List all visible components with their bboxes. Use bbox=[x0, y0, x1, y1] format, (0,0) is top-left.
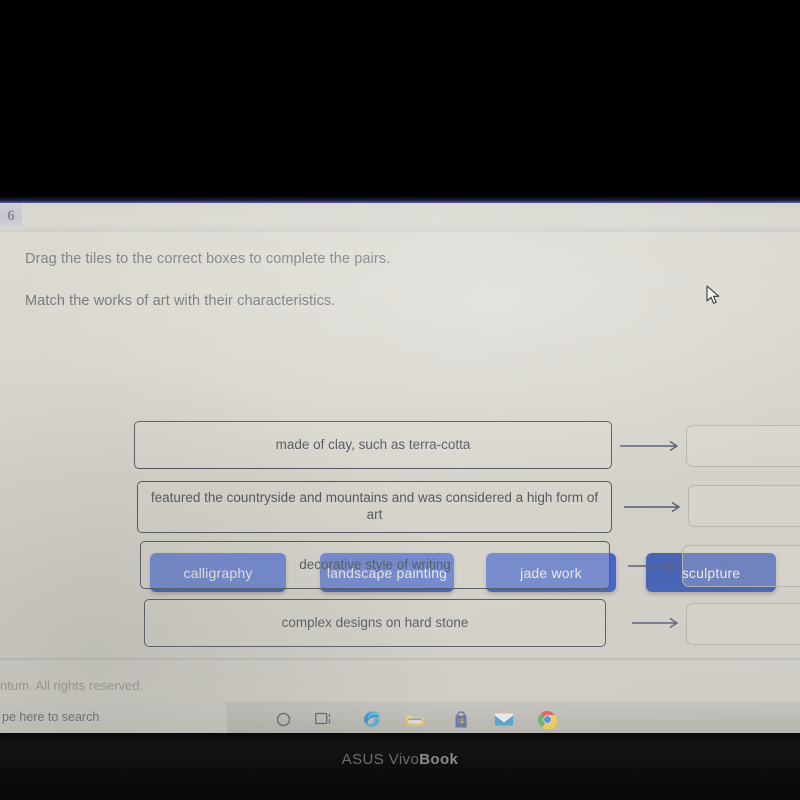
device-brand-label: ASUS VivoBook bbox=[0, 751, 800, 768]
brand-text-light: ASUS Vivo bbox=[341, 751, 420, 768]
brand-text-bold: Book bbox=[419, 751, 459, 768]
description-box-1: made of clay, such as terra-cotta bbox=[134, 421, 612, 469]
instruction-match-works: Match the works of art with their charac… bbox=[25, 293, 336, 309]
edge-browser-icon[interactable] bbox=[361, 708, 383, 730]
header-underline bbox=[0, 230, 800, 232]
mail-icon[interactable] bbox=[493, 708, 515, 730]
drop-target-3[interactable] bbox=[682, 545, 800, 587]
microsoft-store-icon[interactable] bbox=[450, 708, 472, 730]
task-view-icon[interactable] bbox=[313, 708, 335, 730]
description-box-2: featured the countryside and mountains a… bbox=[137, 481, 612, 533]
drop-target-1[interactable] bbox=[686, 425, 800, 467]
windows-taskbar: pe here to search bbox=[0, 701, 800, 733]
copyright-text: ntum. All rights reserved. bbox=[0, 678, 144, 693]
search-placeholder: pe here to search bbox=[2, 710, 100, 724]
arrow-icon-4 bbox=[632, 617, 682, 631]
arrow-icon-2 bbox=[624, 501, 684, 515]
question-number: 6 bbox=[7, 208, 15, 224]
laptop-screen-photo: 6 Drag the tiles to the correct boxes to… bbox=[0, 0, 800, 800]
arrow-icon-3 bbox=[628, 560, 680, 574]
search-input[interactable]: pe here to search bbox=[0, 702, 228, 733]
description-box-4: complex designs on hard stone bbox=[144, 599, 606, 647]
cortana-circle-icon[interactable] bbox=[272, 708, 294, 730]
laptop-bezel: ASUS VivoBook bbox=[0, 733, 800, 800]
instruction-drag-tiles: Drag the tiles to the correct boxes to c… bbox=[25, 251, 391, 267]
dark-area-above-screen bbox=[0, 0, 800, 203]
description-box-3: decorative style of writing bbox=[140, 541, 610, 589]
question-header-bar: 6 bbox=[0, 203, 800, 230]
drop-target-2[interactable] bbox=[688, 485, 800, 527]
drop-target-4[interactable] bbox=[686, 603, 800, 645]
file-explorer-icon[interactable] bbox=[404, 708, 426, 730]
page-divider bbox=[0, 658, 800, 660]
chrome-browser-icon[interactable] bbox=[536, 708, 558, 730]
screen-content: 6 Drag the tiles to the correct boxes to… bbox=[0, 203, 800, 733]
mouse-cursor bbox=[706, 285, 722, 307]
arrow-icon-1 bbox=[620, 440, 682, 454]
question-header-body bbox=[22, 203, 800, 230]
